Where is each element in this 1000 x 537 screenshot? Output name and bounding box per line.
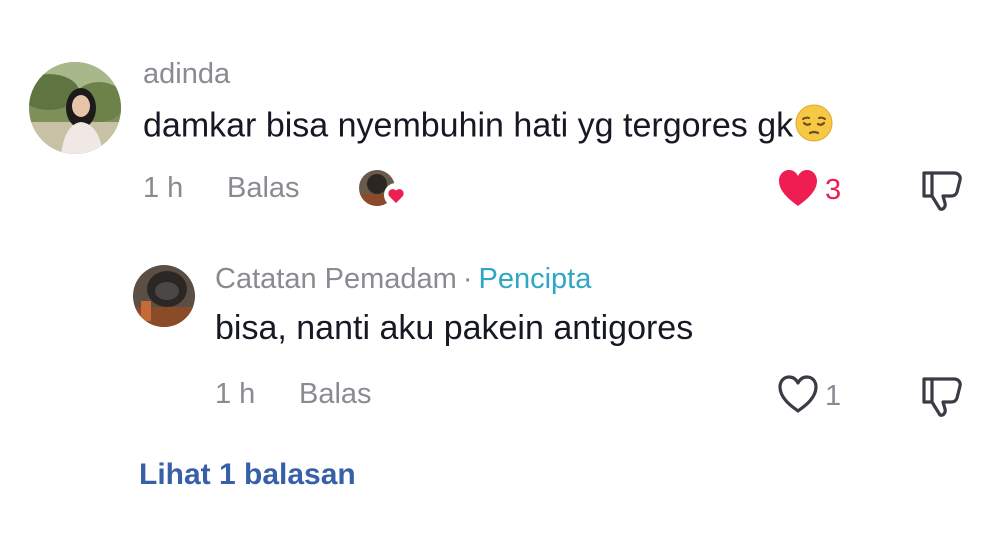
creator-badge: Pencipta xyxy=(478,263,592,295)
avatar-adinda[interactable] xyxy=(29,62,121,154)
view-replies-link[interactable]: Lihat 1 balasan xyxy=(139,458,356,492)
separator-dot: · xyxy=(462,263,473,295)
comment-text-body: damkar bisa nyembuhin hati yg tergores g… xyxy=(143,106,794,145)
pensive-emoji-icon xyxy=(795,104,833,151)
reply-button[interactable]: Balas xyxy=(227,172,300,205)
heart-outline-icon xyxy=(777,374,819,419)
comment-time: 1 h xyxy=(143,172,184,204)
comment-text: bisa, nanti aku pakein antigores xyxy=(215,309,694,347)
comment-time: 1 h xyxy=(215,378,256,410)
dislike-icon[interactable] xyxy=(919,168,967,212)
avatar-image xyxy=(133,265,195,327)
like-button[interactable]: 3 xyxy=(777,168,841,213)
like-count: 3 xyxy=(825,174,842,206)
comment-username-row: Catatan Pemadam · Pencipta xyxy=(215,263,591,296)
heart-filled-icon xyxy=(777,168,819,213)
comment-username[interactable]: Catatan Pemadam xyxy=(215,263,457,295)
comment-username[interactable]: adinda xyxy=(143,58,230,91)
dislike-icon[interactable] xyxy=(919,374,967,418)
like-count: 1 xyxy=(825,380,842,412)
creator-liked-icon xyxy=(359,168,409,212)
like-button[interactable]: 1 xyxy=(777,374,841,419)
reply-button[interactable]: Balas xyxy=(299,378,372,411)
avatar-catatan-pemadam[interactable] xyxy=(133,265,195,327)
comment-text: damkar bisa nyembuhin hati yg tergores g… xyxy=(143,104,833,151)
avatar-image xyxy=(29,62,121,154)
